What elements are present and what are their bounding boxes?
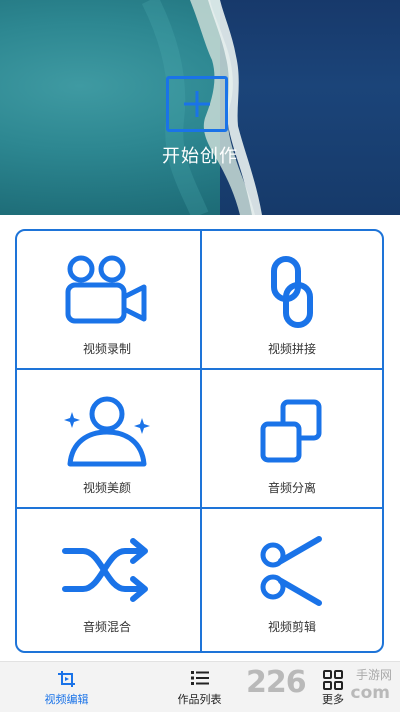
video-beauty-label: 视频美颜 xyxy=(82,481,131,495)
video-camera-icon xyxy=(65,255,147,324)
video-cut-button[interactable]: 视频剪辑 xyxy=(202,509,382,647)
start-create-label: 开始创作 xyxy=(162,146,238,167)
tab-video-edit-label: 视频编辑 xyxy=(44,693,89,706)
watermark-cn: 手游网 xyxy=(355,668,392,682)
video-cut-label: 视频剪辑 xyxy=(267,620,316,634)
video-record-label: 视频录制 xyxy=(82,342,131,356)
hero-banner: 开始创作 xyxy=(0,0,400,215)
audio-mix-button[interactable]: 音频混合 xyxy=(17,509,197,647)
video-merge-button[interactable]: 视频拼接 xyxy=(202,231,382,369)
separate-squares-icon xyxy=(260,399,322,463)
audio-separate-button[interactable]: 音频分离 xyxy=(202,370,382,508)
beauty-person-icon xyxy=(64,396,150,467)
site-watermark-logo: 226 手游网 com xyxy=(246,663,396,707)
feature-grid: 视频录制 视频拼接 视频美颜 音频分离 音频混合 视频剪辑 xyxy=(15,229,384,653)
video-merge-label: 视频拼接 xyxy=(267,342,316,356)
shuffle-icon xyxy=(62,538,148,602)
audio-mix-label: 音频混合 xyxy=(82,620,131,634)
audio-separate-label: 音频分离 xyxy=(267,481,316,495)
tab-video-edit[interactable]: 视频编辑 xyxy=(0,662,133,712)
scissors-icon xyxy=(260,536,322,606)
watermark-brand: 226 xyxy=(246,665,307,700)
video-beauty-button[interactable]: 视频美颜 xyxy=(17,370,197,508)
watermark-suffix: com xyxy=(350,683,390,703)
link-chain-icon xyxy=(271,256,313,328)
start-create-button[interactable]: 开始创作 xyxy=(160,76,240,171)
add-frame-icon xyxy=(166,76,228,132)
list-icon xyxy=(190,671,209,685)
video-record-button[interactable]: 视频录制 xyxy=(17,231,197,369)
crop-play-icon xyxy=(57,671,75,687)
